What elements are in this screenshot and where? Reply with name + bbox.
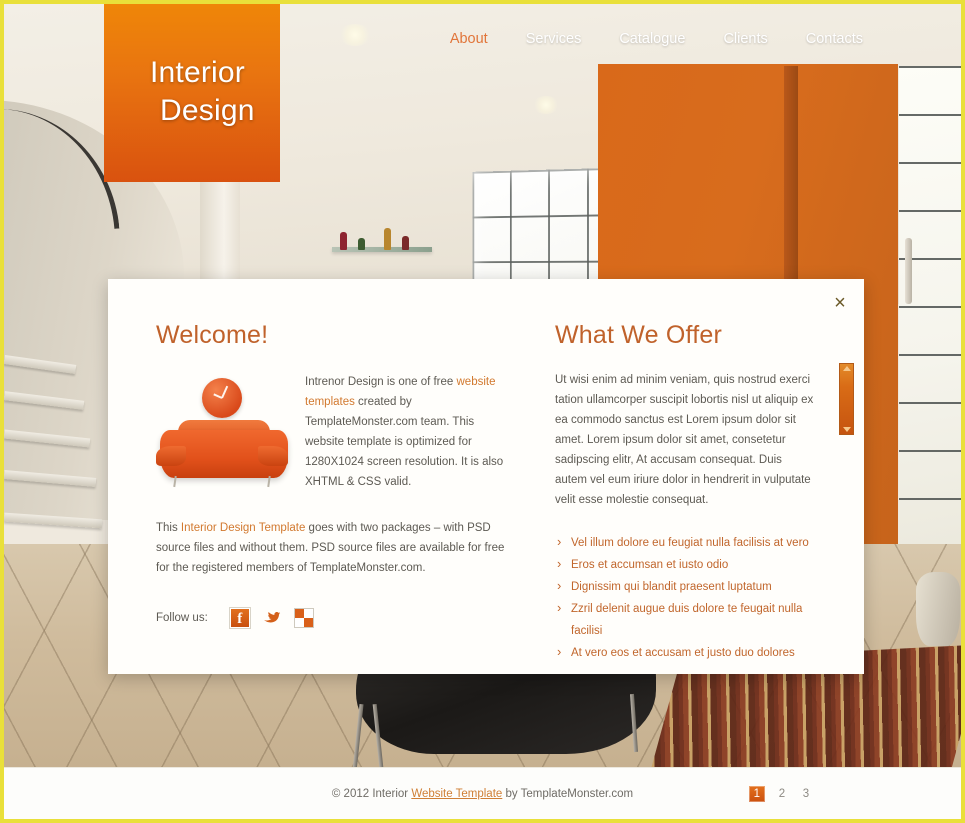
copyright-before: © 2012 Interior [331,787,412,800]
site-logo-line-2: Design [160,94,255,127]
facebook-icon[interactable]: f [229,608,250,628]
twitter-icon[interactable] [262,608,282,628]
decor-bottle [358,238,365,250]
scroll-down-arrow-icon[interactable] [842,427,851,432]
vertical-scrollbar[interactable] [839,363,854,435]
decor-bottle [402,236,409,250]
offer-list-item[interactable]: At vero eos et accusam et justo duo dolo… [555,641,816,664]
welcome-heading: Welcome! [156,321,269,349]
sofa-leg [267,475,271,488]
decor-shelf [332,247,432,252]
welcome-intro: Intrenor Design is one of free website t… [156,372,505,494]
offer-paragraph: Ut wisi enim ad minim veniam, quis nostr… [555,374,814,506]
page-footer: © 2012 Interior Website Template by Temp… [4,767,961,819]
panel-columns: Welcome! Intrenor Design is one of free … [108,279,864,664]
pagination-page-1[interactable]: 1 [748,785,765,802]
follow-us-label: Follow us: [156,612,208,624]
offer-column: What We Offer Ut wisi enim ad minim veni… [555,321,854,664]
main-navigation: About Services Catalogue Clients Contact… [450,31,863,47]
offer-list: Vel illum dolore eu feugiat nulla facili… [555,531,816,664]
site-logo-line-1: Interior [150,56,245,89]
close-icon[interactable]: × [829,292,851,314]
offer-heading: What We Offer [555,321,723,349]
sofa-illustration [156,376,291,494]
offer-list-item[interactable]: Vel illum dolore eu feugiat nulla facili… [555,531,816,554]
welcome-column: Welcome! Intrenor Design is one of free … [156,321,505,664]
follow-us-row: Follow us: f [156,608,505,628]
pagination-page-2[interactable]: 2 [775,788,789,800]
sofa-leg [173,475,177,488]
delicious-icon[interactable] [293,608,314,628]
site-logo[interactable]: Interior Design [104,4,280,182]
social-links: f [229,608,314,628]
ceiling-light-2 [532,96,560,114]
welcome-intro-text: Intrenor Design is one of free website t… [305,372,505,492]
sofa-arm-left [156,446,186,466]
wall-clock-icon [202,378,242,418]
nav-item-about[interactable]: About [450,31,488,47]
copyright-after: by TemplateMonster.com [502,787,634,800]
welcome-p1-after: created by TemplateMonster.com team. Thi… [305,396,504,488]
decor-bottle [384,228,391,250]
content-panel: × Welcome! Intrenor Design is one of fre… [108,279,864,674]
offer-list-item[interactable]: Zzril delenit augue duis dolore te feuga… [555,597,816,642]
ceiling-light-1 [338,24,372,46]
website-template-link[interactable]: Website Template [411,788,502,800]
nav-item-contacts[interactable]: Contacts [806,31,863,47]
nav-item-clients[interactable]: Clients [723,31,767,47]
pagination: 1 2 3 [748,785,813,802]
nav-item-catalogue[interactable]: Catalogue [619,31,685,47]
offer-list-item[interactable]: Eros et accumsan et iusto odio [555,553,816,576]
copyright-text: © 2012 Interior Website Template by Temp… [332,788,633,800]
site-logo-text: Interior Design [150,54,255,130]
scroll-up-arrow-icon[interactable] [842,366,851,371]
floor-vase [916,572,960,646]
decor-bottle [340,232,347,250]
welcome-paragraph-2: This Interior Design Template goes with … [156,518,505,578]
offer-list-item[interactable]: Dignissim qui blandit praesent luptatum [555,575,816,598]
interior-design-template-link[interactable]: Interior Design Template [181,522,305,534]
door-handle [905,238,912,304]
welcome-paragraph-1: Intrenor Design is one of free website t… [305,372,505,492]
welcome-p2-before: This [156,522,181,534]
pagination-page-3[interactable]: 3 [799,788,813,800]
welcome-p1-before: Intrenor Design is one of free [305,376,457,388]
sofa-arm-right [258,446,288,466]
page-root: Interior Design About Services Catalogue… [0,0,965,823]
nav-item-services[interactable]: Services [526,31,582,47]
